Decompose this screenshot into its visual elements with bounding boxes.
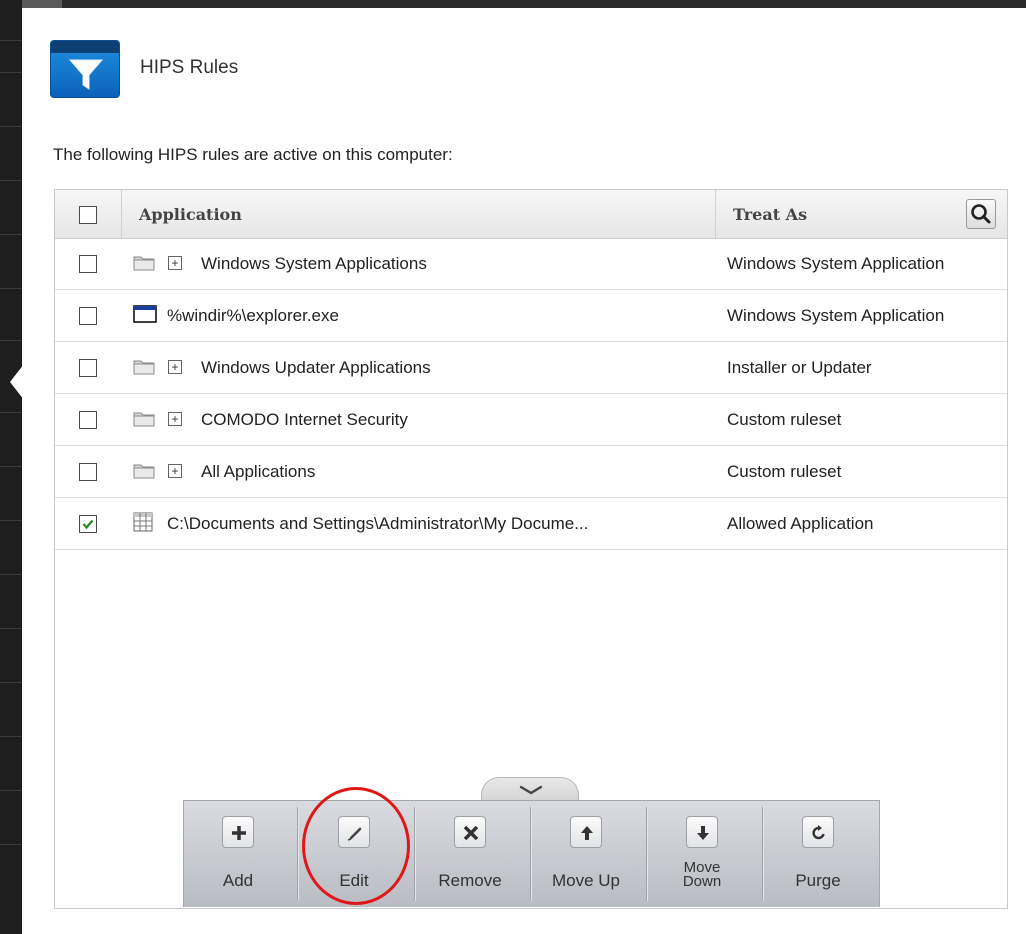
refresh-icon <box>802 816 834 848</box>
hips-filter-icon <box>50 40 120 98</box>
pencil-icon <box>338 816 370 848</box>
select-all-checkbox[interactable] <box>79 206 97 224</box>
rules-intro-text: The following HIPS rules are active on t… <box>53 145 453 164</box>
left-navigation-rail <box>0 0 24 934</box>
folder-icon <box>133 412 155 427</box>
move-up-button[interactable]: Move Up <box>532 801 648 907</box>
remove-label: Remove <box>438 871 502 890</box>
table-row[interactable]: + All Applications Custom ruleset <box>55 447 1007 498</box>
add-button[interactable]: Add <box>184 801 300 907</box>
active-section-pointer <box>10 364 24 400</box>
row-treat-as: Windows System Application <box>727 306 945 325</box>
arrow-up-icon <box>570 816 602 848</box>
folder-icon <box>133 360 155 375</box>
row-treat-as: Installer or Updater <box>727 358 872 377</box>
search-icon <box>971 204 991 224</box>
move-down-button[interactable]: Move Down <box>648 801 764 907</box>
expand-toggle[interactable]: + <box>168 464 182 478</box>
row-treat-as: Windows System Application <box>727 254 945 273</box>
add-label: Add <box>222 871 254 890</box>
row-checkbox[interactable] <box>79 307 97 325</box>
row-application: Windows Updater Applications <box>201 358 431 377</box>
purge-button[interactable]: Purge <box>764 801 880 907</box>
row-treat-as: Custom ruleset <box>727 462 842 481</box>
row-checkbox[interactable] <box>79 463 97 481</box>
move-down-label: Move Down <box>682 859 722 890</box>
table-row[interactable]: %windir%\explorer.exe Windows System App… <box>55 291 1007 342</box>
row-checkbox[interactable] <box>79 359 97 377</box>
table-row[interactable]: + Windows System Applications Windows Sy… <box>55 239 1007 290</box>
move-up-label: Move Up <box>551 871 621 890</box>
table-row[interactable]: + Windows Updater Applications Installer… <box>55 343 1007 394</box>
chevron-down-icon <box>519 785 543 795</box>
expand-toggle[interactable]: + <box>168 360 182 374</box>
search-button[interactable] <box>966 199 996 229</box>
close-icon <box>454 816 486 848</box>
page-title: HIPS Rules <box>140 57 239 78</box>
expand-toggle[interactable]: + <box>168 256 182 270</box>
row-checkbox[interactable] <box>79 411 97 429</box>
edit-button[interactable]: Edit <box>300 801 416 907</box>
row-checkbox[interactable] <box>79 255 97 273</box>
column-header-application[interactable]: Application <box>139 205 242 224</box>
column-header-treat-as[interactable]: Treat As <box>733 205 807 224</box>
row-checkbox-checked[interactable] <box>79 515 97 533</box>
row-treat-as: Allowed Application <box>727 514 874 533</box>
folder-icon <box>133 464 155 479</box>
edit-label: Edit <box>339 871 369 890</box>
row-application: All Applications <box>201 462 316 481</box>
purge-label: Purge <box>795 871 841 890</box>
application-window-icon <box>133 305 157 323</box>
spreadsheet-file-icon <box>133 512 153 532</box>
checkmark-icon <box>82 519 94 530</box>
row-application: COMODO Internet Security <box>201 410 408 429</box>
arrow-down-icon <box>686 816 718 848</box>
plus-icon <box>222 816 254 848</box>
remove-button[interactable]: Remove <box>416 801 532 907</box>
folder-icon <box>133 256 155 271</box>
action-toolbar: Add Edit Remove Move Up Move Down Purge <box>183 800 880 907</box>
window-top-bar <box>22 0 1026 8</box>
table-header: Application Treat As <box>55 190 1007 239</box>
expand-toggle[interactable]: + <box>168 412 182 426</box>
row-treat-as: Custom ruleset <box>727 410 842 429</box>
row-application: C:\Documents and Settings\Administrator\… <box>167 514 589 533</box>
table-row[interactable]: + COMODO Internet Security Custom rulese… <box>55 395 1007 446</box>
row-application: Windows System Applications <box>201 254 427 273</box>
row-application: %windir%\explorer.exe <box>167 306 339 325</box>
table-row[interactable]: C:\Documents and Settings\Administrator\… <box>55 499 1007 550</box>
